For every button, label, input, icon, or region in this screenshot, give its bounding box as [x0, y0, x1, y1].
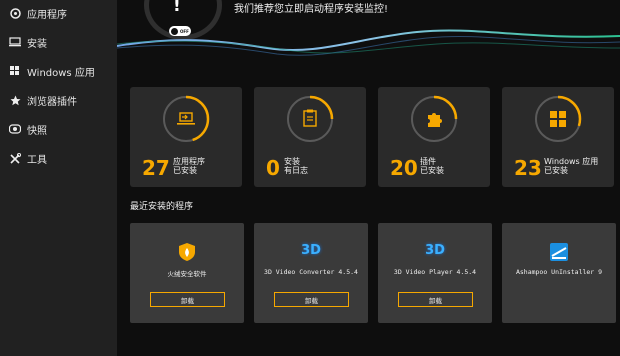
stat-card-plugins[interactable]: 20 插件 已安装	[378, 87, 490, 187]
3d-player-icon: 3D	[378, 243, 492, 258]
monitor-headline: 我们推荐您立即启动程序安装监控!	[234, 4, 389, 15]
app-name: 3D Video Player 4.5.4	[393, 268, 477, 276]
uninstall-button[interactable]: 卸载	[150, 292, 225, 307]
sidebar-item-tools[interactable]: 工具	[0, 145, 117, 171]
stat-label: Windows 应用 已安装	[544, 157, 599, 175]
stat-value: 20	[390, 156, 418, 180]
recent-app-card[interactable]: 3D 3D Video Player 4.5.4 卸载	[378, 223, 492, 323]
3d-badge: 3D	[425, 243, 445, 258]
stat-label: 应用程序 已安装	[173, 157, 205, 175]
apps-icon	[8, 6, 22, 20]
sidebar-item-label: Windows 应用	[27, 67, 95, 79]
sidebar-item-label: 工具	[27, 154, 47, 166]
windows-apps-icon	[8, 64, 22, 78]
sidebar-item-windows-apps[interactable]: Windows 应用	[0, 58, 117, 84]
windows-tiles-icon	[550, 111, 566, 131]
activity-wave	[117, 29, 620, 56]
browser-plugin-icon	[8, 93, 22, 107]
sidebar-item-apps[interactable]: 应用程序	[0, 0, 117, 26]
stat-label: 插件 已安装	[420, 157, 444, 175]
sidebar-item-label: 浏览器插件	[27, 96, 77, 108]
alert-icon: !	[173, 0, 181, 16]
recent-app-card[interactable]: 火绒安全软件 卸载	[130, 223, 244, 323]
stat-card-apps[interactable]: 27 应用程序 已安装	[130, 87, 242, 187]
app-name: 火绒安全软件	[167, 270, 207, 278]
stat-label: 安装 有日志	[284, 157, 308, 175]
recent-section-title: 最近安装的程序	[130, 202, 194, 212]
sidebar-item-label: 快照	[27, 125, 47, 137]
sidebar-item-install[interactable]: 安装	[0, 29, 117, 55]
recent-app-card[interactable]: 3D 3D Video Converter 4.5.4 卸载	[254, 223, 368, 323]
uninstall-button[interactable]: 卸载	[274, 292, 349, 307]
stat-value: 0	[266, 156, 280, 180]
stat-value: 23	[514, 156, 542, 180]
sidebar-item-label: 应用程序	[27, 9, 67, 21]
clipboard-log-icon	[303, 109, 317, 131]
huorong-shield-icon	[130, 243, 244, 261]
puzzle-icon	[425, 110, 443, 132]
stat-card-installs[interactable]: 0 安装 有日志	[254, 87, 366, 187]
sidebar: 应用程序 安装 Windows 应用 浏览器插件 快照 工具	[0, 0, 117, 356]
3d-converter-icon: 3D	[254, 243, 368, 258]
uninstall-button[interactable]: 卸载	[398, 292, 473, 307]
main-panel: ! OFF 我们推荐您立即启动程序安装监控! 27 应用程序 已安装 0 安装 …	[117, 0, 620, 356]
ashampoo-uninstaller-icon	[502, 243, 616, 261]
sidebar-item-browser-plugins[interactable]: 浏览器插件	[0, 87, 117, 113]
sidebar-item-label: 安装	[27, 38, 47, 50]
recent-app-card[interactable]: Ashampoo UnInstaller 9	[502, 223, 616, 323]
stat-value: 27	[142, 156, 170, 180]
tools-icon	[8, 151, 22, 165]
install-icon	[8, 35, 22, 49]
app-name: 3D Video Converter 4.5.4	[264, 268, 358, 276]
3d-badge: 3D	[301, 243, 321, 258]
snapshot-icon	[8, 122, 22, 136]
stat-card-windows-apps[interactable]: 23 Windows 应用 已安装	[502, 87, 614, 187]
sidebar-item-snapshot[interactable]: 快照	[0, 116, 117, 142]
laptop-install-icon	[177, 111, 195, 130]
app-name: Ashampoo UnInstaller 9	[515, 268, 603, 276]
